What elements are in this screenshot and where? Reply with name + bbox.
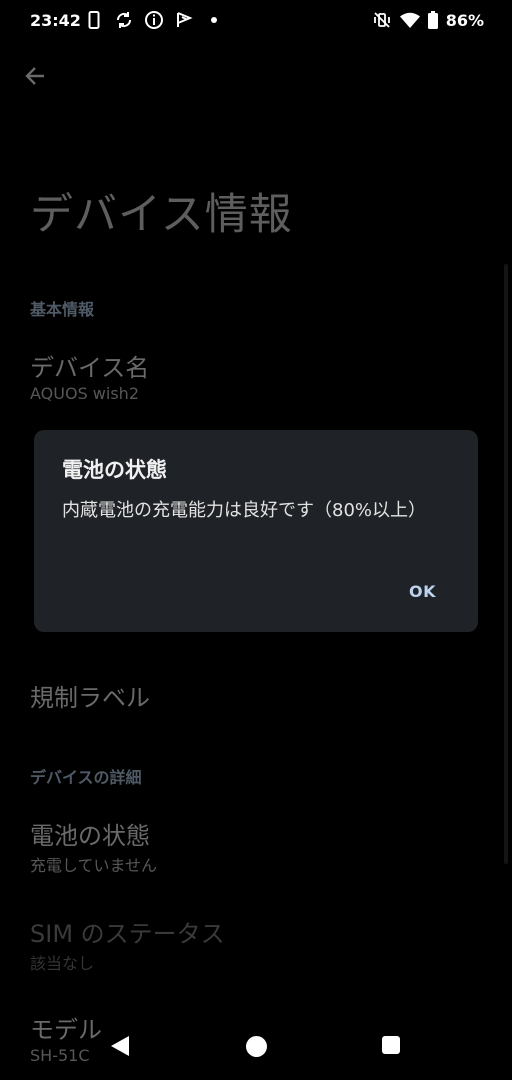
nav-back-icon[interactable] [108,1034,130,1062]
navigation-bar [0,1018,512,1080]
battery-status-dialog: 電池の状態 内蔵電池の充電能力は良好です（80%以上） OK [34,430,478,632]
nav-home-icon[interactable] [246,1036,267,1057]
dialog-title: 電池の状態 [62,458,167,482]
ok-button[interactable]: OK [409,582,436,601]
dialog-message: 内蔵電池の充電能力は良好です（80%以上） [62,500,427,521]
nav-recents-icon[interactable] [382,1036,400,1054]
